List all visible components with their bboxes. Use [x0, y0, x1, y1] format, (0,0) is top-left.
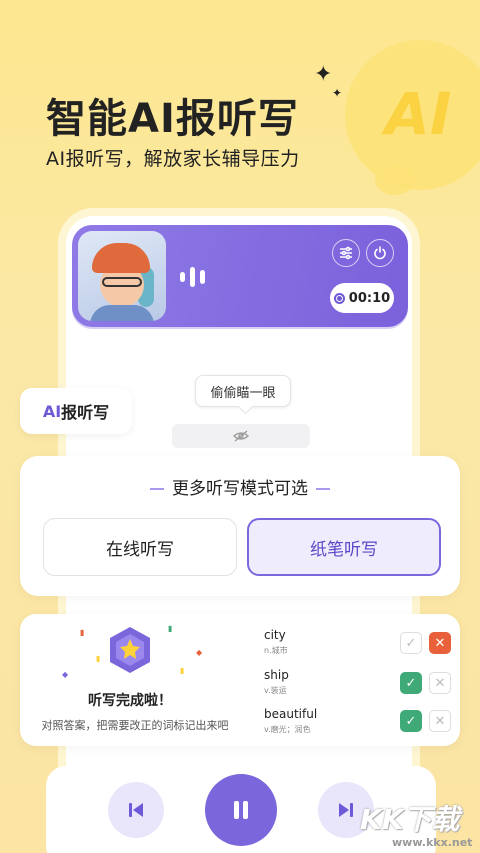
mode-select-card: 更多听写模式可选 在线听写 纸笔听写 — [20, 456, 460, 596]
tag-prefix: AI — [42, 401, 62, 421]
confetti-icon: ▮ — [180, 666, 185, 675]
watermark-logo: KK下载 — [360, 803, 460, 836]
confetti-icon: ◆ — [62, 670, 69, 679]
mark-correct-checkbox[interactable]: ✓ — [400, 710, 422, 732]
mark-wrong-checkbox[interactable]: ✕ — [429, 710, 451, 732]
word-meaning: v.装运 — [264, 686, 287, 695]
word-item: city n.城市 — [264, 628, 288, 656]
page-subtitle: AI报听写，解放家长辅导压力 — [46, 148, 300, 170]
confetti-icon: ▮ — [168, 624, 173, 633]
word-meaning: v.磨光；润色 — [264, 725, 311, 734]
power-icon[interactable] — [366, 239, 394, 267]
tag-label: 报听写 — [61, 403, 110, 422]
ai-dictation-tag: AI 报听写 — [20, 388, 132, 434]
word-item: beautiful v.磨光；润色 — [264, 707, 317, 735]
confetti-icon: ▮ — [96, 654, 101, 663]
ai-decoration: AI — [385, 80, 452, 148]
star-badge-icon — [110, 627, 150, 673]
word-text: city — [264, 628, 286, 642]
confetti-icon: ▮ — [80, 628, 85, 637]
mark-wrong-checkbox[interactable]: ✕ — [429, 672, 451, 694]
dictation-player-card: 00:10 — [72, 225, 408, 327]
mode-paper-button[interactable]: 纸笔听写 — [247, 518, 441, 576]
sliders-icon[interactable] — [332, 239, 360, 267]
result-card: ▮ ▮ ◆ ▮ ▮ ◆ 听写完成啦！ 对照答案，把需要改正的词标记出来吧 cit… — [20, 614, 460, 746]
word-text: ship — [264, 668, 289, 682]
decorative-blob-tail — [375, 165, 415, 195]
sparkle-icon: ✦ — [314, 62, 333, 87]
confetti-icon: ◆ — [196, 648, 203, 657]
mode-title: 更多听写模式可选 — [20, 474, 460, 499]
mode-title-text: 更多听写模式可选 — [172, 479, 308, 499]
skip-next-icon — [339, 803, 353, 817]
page-title: 智能AI报听写 — [46, 96, 299, 142]
result-subtitle: 对照答案，把需要改正的词标记出来吧 — [41, 719, 229, 732]
word-text: beautiful — [264, 707, 318, 721]
result-title: 听写完成啦！ — [88, 693, 172, 709]
pause-button[interactable] — [205, 774, 277, 846]
pause-icon — [234, 801, 248, 819]
skip-previous-icon — [129, 803, 143, 817]
watermark-url: www.kkx.net — [392, 836, 473, 849]
mode-online-button[interactable]: 在线听写 — [43, 518, 237, 576]
avatar — [78, 231, 166, 321]
previous-button[interactable] — [108, 782, 164, 838]
hidden-answer-bar[interactable] — [172, 424, 310, 448]
word-item: ship v.装运 — [264, 668, 289, 696]
mark-correct-checkbox[interactable]: ✓ — [400, 632, 422, 654]
audio-wave-icon — [180, 267, 205, 287]
mark-correct-checkbox[interactable]: ✓ — [400, 672, 422, 694]
word-meaning: n.城市 — [264, 646, 288, 655]
mark-wrong-checkbox[interactable]: ✕ — [429, 632, 451, 654]
timer-badge: 00:10 — [330, 283, 394, 313]
timer-value: 00:10 — [348, 290, 391, 306]
peek-button[interactable]: 偷偷瞄一眼 — [195, 375, 291, 407]
eye-off-icon — [233, 430, 249, 442]
sparkle-small-icon: ✦ — [332, 86, 343, 100]
record-icon — [333, 292, 345, 304]
